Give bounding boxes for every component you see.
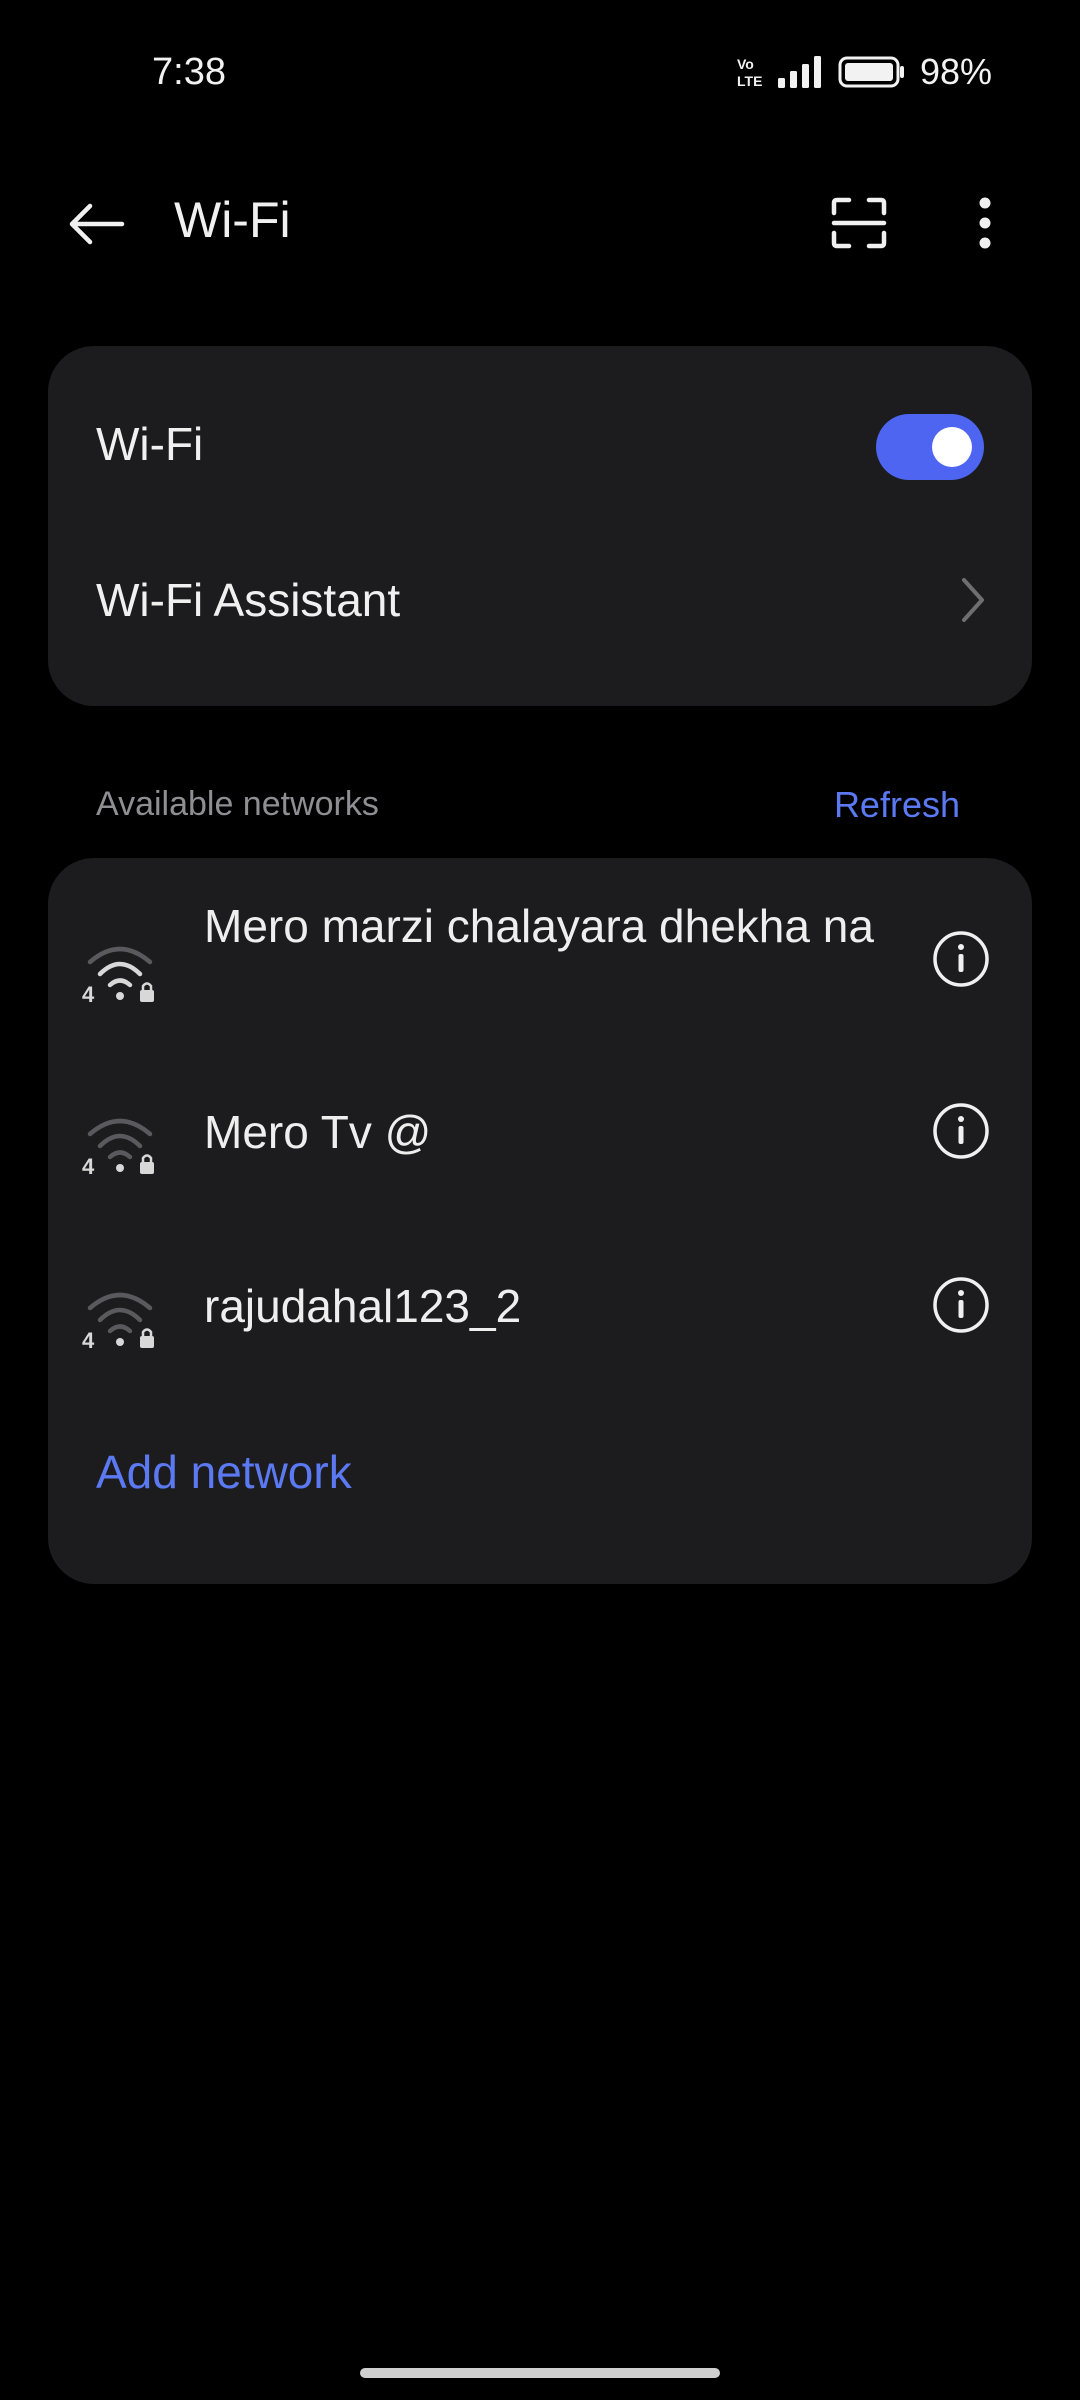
network-row[interactable]: 4 Mero marzi chalayara dhekha na: [48, 858, 1032, 1058]
wifi-generation-badge: 4: [82, 1154, 95, 1176]
wifi-secured-icon: 4: [82, 1292, 154, 1350]
wifi-settings-card: Wi-Fi Wi-Fi Assistant: [48, 346, 1032, 706]
svg-text:LTE: LTE: [737, 73, 762, 89]
network-name: rajudahal123_2: [204, 1280, 522, 1332]
network-row[interactable]: 4 Mero Tv @: [48, 1058, 1032, 1202]
volte-icon: Vo LTE: [737, 56, 762, 89]
networks-card: 4 Mero marzi chalayara dhekha na 4 Mero …: [48, 858, 1032, 1584]
status-time: 7:38: [152, 51, 226, 93]
wifi-secured-icon: 4: [82, 946, 154, 1004]
info-icon[interactable]: [932, 930, 990, 988]
scan-button[interactable]: [814, 178, 904, 268]
network-name: Mero marzi chalayara dhekha na: [204, 900, 874, 952]
wifi-toggle[interactable]: [876, 414, 984, 480]
wifi-label: Wi-Fi: [96, 418, 204, 470]
qr-scan-icon: [831, 197, 887, 249]
signal-bars-icon: [777, 56, 821, 88]
available-networks-heading: Available networks: [96, 785, 379, 823]
battery-percent: 98%: [919, 51, 992, 92]
arrow-back-icon: [69, 203, 125, 245]
info-icon[interactable]: [932, 1276, 990, 1334]
refresh-button[interactable]: Refresh: [834, 782, 960, 828]
wifi-generation-badge: 4: [82, 982, 95, 1004]
home-indicator[interactable]: [360, 2368, 720, 2378]
wifi-generation-badge: 4: [82, 1328, 95, 1350]
network-name: Mero Tv @: [204, 1106, 432, 1158]
more-options-button[interactable]: [940, 178, 1030, 268]
battery-icon: [838, 56, 904, 88]
chevron-right-icon: [962, 578, 984, 622]
add-network-button[interactable]: Add network: [96, 1442, 352, 1502]
back-button[interactable]: [52, 180, 140, 268]
info-icon[interactable]: [932, 1102, 990, 1160]
network-row[interactable]: 4 rajudahal123_2: [48, 1232, 1032, 1376]
status-icons: Vo LTE 98%: [736, 46, 992, 98]
wifi-secured-icon: 4: [82, 1118, 154, 1176]
toggle-knob: [932, 427, 972, 467]
svg-text:Vo: Vo: [737, 56, 754, 72]
more-vertical-icon: [979, 197, 991, 249]
page-title: Wi-Fi: [174, 192, 291, 248]
wifi-assistant-label: Wi-Fi Assistant: [96, 574, 401, 626]
wifi-assistant-row[interactable]: Wi-Fi Assistant: [48, 530, 1032, 670]
wifi-toggle-row[interactable]: Wi-Fi: [48, 374, 1032, 514]
